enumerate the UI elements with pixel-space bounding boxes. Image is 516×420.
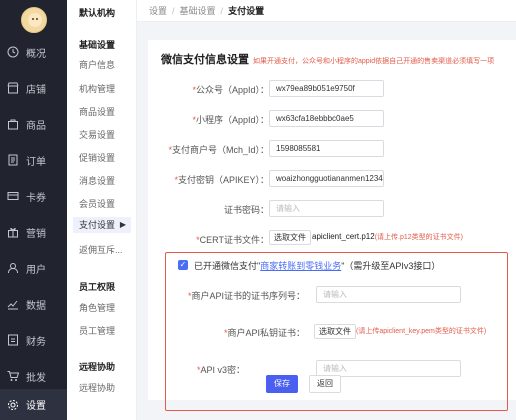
- cert-file-info: apiclient_cert.p12(请上传.p12类型的证书文件): [312, 232, 463, 242]
- private-key-hint: (请上传apiclient_key.pem类型的证书文件): [356, 328, 487, 335]
- nav-label: 订单: [26, 156, 46, 168]
- submenu-item[interactable]: 员工管理: [79, 324, 115, 337]
- order-icon: [8, 154, 18, 166]
- mini-appid-label: *小程序（AppId）：: [192, 115, 269, 125]
- nav-label: 数据: [26, 300, 46, 312]
- nav-label: 营销: [26, 228, 46, 240]
- nav-label: 用户: [26, 264, 46, 276]
- cert-password-label: 证书密码：: [223, 205, 269, 215]
- nav-label: 概况: [26, 48, 46, 60]
- apiv3-label: *API v3密：: [196, 365, 245, 375]
- nav-label: 卡券: [26, 192, 46, 204]
- private-key-label: *商户API私钥证书：: [223, 328, 305, 338]
- submenu-group-title: 员工权限: [79, 282, 116, 292]
- nav-label: 批发: [26, 372, 46, 384]
- nav-item-wholesale[interactable]: 批发: [0, 363, 67, 389]
- private-key-hint-wrap: (请上传apiclient_key.pem类型的证书文件): [356, 326, 486, 336]
- settings-icon: [8, 399, 18, 410]
- nav-item-finance[interactable]: 财务: [0, 327, 67, 353]
- nav-item-order[interactable]: 订单: [0, 147, 67, 173]
- appid-input[interactable]: wx79ea89b051e9750f: [269, 80, 384, 97]
- wechat-pay-settings-card: 微信支付信息设置 如果开通支付，公众号和小程序的appid依据自己开通的售卖渠道必…: [148, 40, 516, 411]
- submenu-item-label: 支付设置: [79, 220, 116, 230]
- nav-item-data[interactable]: 数据: [0, 291, 67, 317]
- serial-label: *商户API证书的证书序列号：: [187, 291, 305, 301]
- breadcrumb-item[interactable]: 设置: [149, 6, 167, 16]
- cert-file-name: apiclient_cert.p12: [312, 232, 375, 241]
- submenu-item[interactable]: 消息设置: [79, 174, 115, 187]
- cert-file-label: *CERT证书文件：: [196, 235, 269, 245]
- nav-item-settings[interactable]: 设置: [0, 389, 67, 420]
- nav-item-card[interactable]: 卡券: [0, 183, 67, 209]
- cert-file-button[interactable]: 选取文件: [269, 230, 311, 245]
- mchid-input[interactable]: 1598085581: [269, 140, 384, 157]
- goods-icon: [8, 119, 18, 130]
- transfer-business-link[interactable]: 商家转账到零钱业务: [260, 261, 341, 271]
- chart-icon: [7, 300, 18, 310]
- submenu-item-payment[interactable]: 支付设置 ▶: [73, 217, 131, 233]
- main-sidebar: 概况 店铺 商品 订单 卡券 营销 用户 数据 财务 批发 设置: [0, 0, 67, 420]
- serial-input[interactable]: 请输入: [316, 286, 461, 303]
- apikey-label: *支付密钥（APIKEY）：: [174, 175, 269, 185]
- store-icon: [7, 82, 19, 94]
- org-name: 默认机构: [79, 8, 116, 18]
- nav-label: 店铺: [26, 84, 46, 96]
- private-key-file-button[interactable]: 选取文件: [314, 324, 356, 339]
- nav-label: 财务: [26, 336, 46, 348]
- wx-transfer-checkbox[interactable]: ✓: [178, 260, 188, 270]
- back-button[interactable]: 返回: [309, 375, 341, 393]
- title-hint: 如果开通支付，公众号和小程序的appid依据自己开通的售卖渠道必须填写一项: [253, 58, 495, 65]
- nav-label: 设置: [26, 401, 46, 412]
- apikey-input[interactable]: woaizhongguotiananmen12345678900: [269, 170, 384, 187]
- submenu-item[interactable]: 商品设置: [79, 105, 115, 118]
- submenu-item[interactable]: 角色管理: [79, 301, 115, 314]
- breadcrumb-item[interactable]: 基础设置: [180, 6, 216, 16]
- finance-icon: [8, 334, 18, 346]
- gift-icon: [8, 228, 18, 238]
- overview-icon: [7, 46, 19, 58]
- submenu-item[interactable]: 促销设置: [79, 151, 115, 164]
- avatar[interactable]: [20, 6, 47, 33]
- breadcrumb: 设置 / 基础设置 / 支付设置: [137, 0, 516, 22]
- cert-password-input[interactable]: 请输入: [269, 200, 384, 217]
- mini-appid-input[interactable]: wx63cfa18ebbbc0ae5: [269, 110, 384, 127]
- wx-transfer-checkbox-label: 已开通微信支付"商家转账到零钱业务"（需升级至APIv3接口）: [194, 261, 441, 271]
- caret-right-icon: ▶: [119, 220, 126, 229]
- nav-item-user[interactable]: 用户: [0, 255, 67, 281]
- card-icon: [7, 192, 19, 200]
- settings-submenu: 默认机构 基础设置 商户信息 机构管理 商品设置 交易设置 促销设置 消息设置 …: [67, 0, 137, 420]
- user-icon: [8, 263, 18, 274]
- submenu-item[interactable]: 商户信息: [79, 58, 115, 71]
- nav-item-marketing[interactable]: 营销: [0, 219, 67, 245]
- avatar-wrap: [0, 0, 67, 39]
- nav-item-store[interactable]: 店铺: [0, 75, 67, 101]
- submenu-group-title: 基础设置: [79, 40, 116, 50]
- submenu-item[interactable]: 机构管理: [79, 82, 115, 95]
- appid-label: *公众号（AppId）：: [192, 85, 269, 95]
- nav-label: 商品: [26, 120, 46, 132]
- submenu-item[interactable]: 会员设置: [79, 197, 115, 210]
- submenu-item[interactable]: 返佣互斥...: [79, 243, 123, 256]
- save-button[interactable]: 保存: [266, 375, 298, 393]
- cart-icon: [7, 371, 19, 381]
- nav-item-overview[interactable]: 概况: [0, 39, 67, 65]
- submenu-item[interactable]: 交易设置: [79, 128, 115, 141]
- nav-item-goods[interactable]: 商品: [0, 111, 67, 137]
- submenu-item[interactable]: 远程协助: [79, 381, 115, 394]
- title-text: 微信支付信息设置: [161, 54, 249, 66]
- breadcrumb-current: 支付设置: [228, 6, 265, 16]
- submenu-group-title: 远程协助: [79, 362, 116, 372]
- page-title: 微信支付信息设置 如果开通支付，公众号和小程序的appid依据自己开通的售卖渠道必…: [161, 51, 494, 67]
- cert-file-hint: (请上传.p12类型的证书文件): [374, 234, 464, 241]
- mchid-label: *支付商户号（Mch_Id）：: [168, 145, 269, 155]
